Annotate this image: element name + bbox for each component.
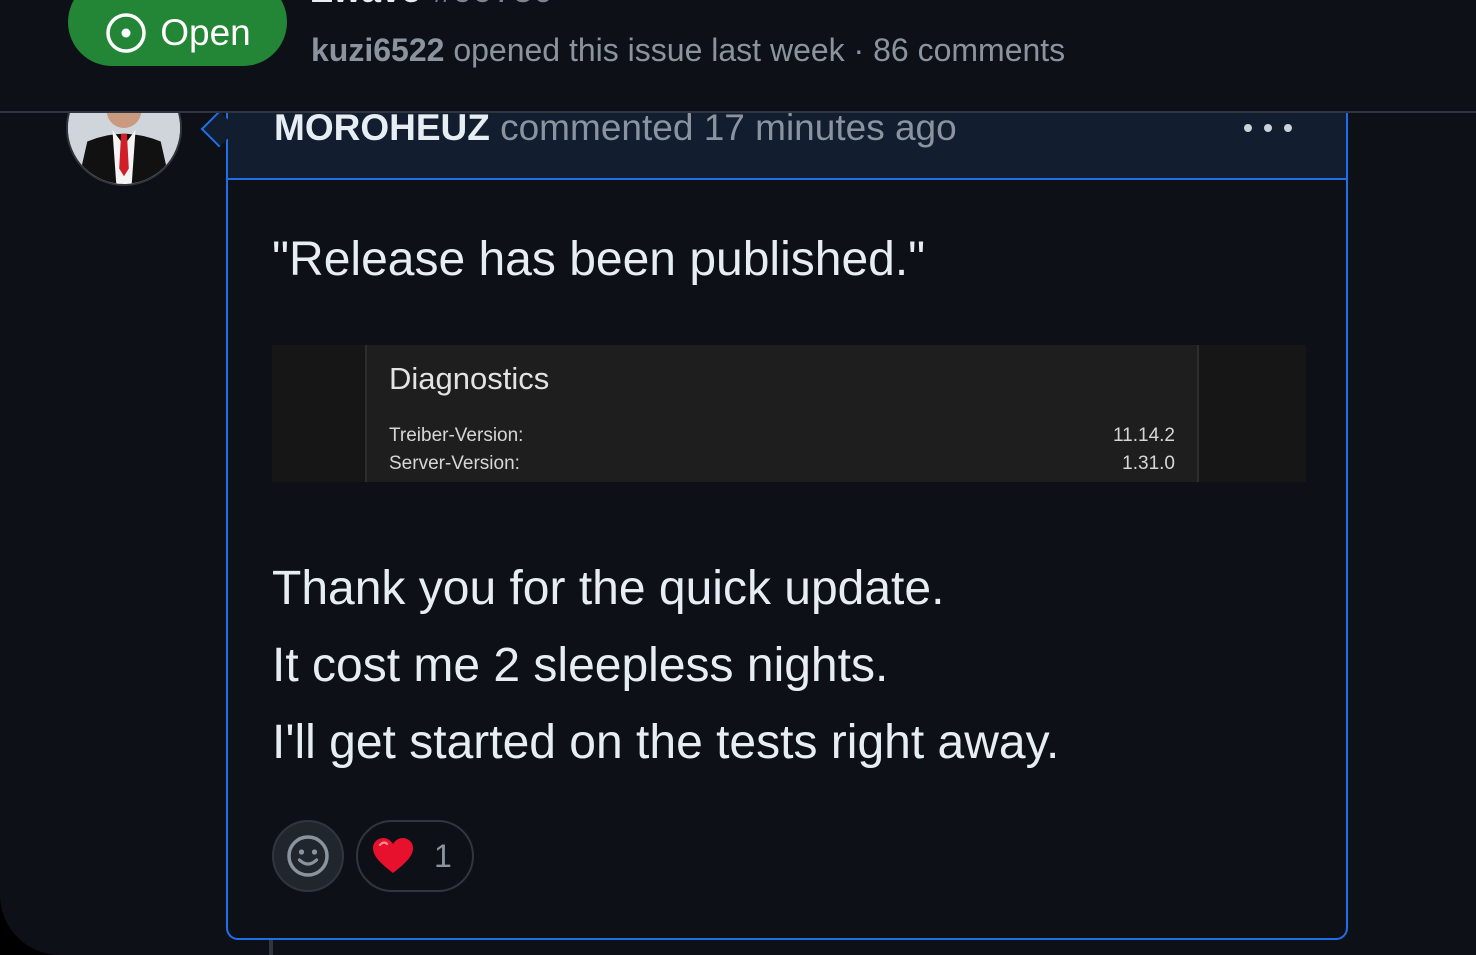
issue-sticky-header: Open Zwave #99750 kuzi6522 opened this is… bbox=[0, 0, 1476, 113]
comment-body-line: I'll get started on the tests right away… bbox=[272, 716, 1060, 769]
smiley-icon bbox=[287, 835, 329, 877]
diagnostics-row: Treiber-Version: 11.14.2 bbox=[389, 423, 1175, 449]
timeline-line bbox=[269, 940, 273, 955]
comment-author-link[interactable]: MOROHEUZ bbox=[274, 107, 490, 148]
issue-meta-text: opened this issue last week · 86 comment… bbox=[444, 32, 1066, 68]
heart-reaction-count: 1 bbox=[434, 838, 452, 874]
diagnostics-value: 1.31.0 bbox=[1122, 453, 1175, 474]
comment-body: Thank you for the quick update. It cost … bbox=[272, 550, 1059, 781]
add-reaction-button[interactable] bbox=[272, 820, 344, 892]
comment-card: MOROHEUZ commented 17 minutes ago bbox=[226, 60, 1348, 940]
diagnostics-value: 11.14.2 bbox=[1113, 425, 1175, 446]
comment-body-line: It cost me 2 sleepless nights. bbox=[272, 639, 889, 692]
comment-timestamp[interactable]: commented 17 minutes ago bbox=[490, 107, 957, 148]
comment-menu-button[interactable] bbox=[1242, 116, 1294, 140]
embedded-screenshot[interactable]: Diagnostics Treiber-Version: 11.14.2 Ser… bbox=[272, 345, 1306, 482]
diagnostics-row: Server-Version: 1.31.0 bbox=[389, 451, 1175, 477]
diagnostics-card: Diagnostics Treiber-Version: 11.14.2 Ser… bbox=[365, 345, 1199, 482]
issue-status-label: Open bbox=[160, 12, 251, 53]
issue-author-link[interactable]: kuzi6522 bbox=[311, 32, 444, 68]
comment-body-line: Thank you for the quick update. bbox=[272, 562, 945, 615]
issue-screen: Open Zwave #99750 kuzi6522 opened this is… bbox=[0, 0, 1476, 955]
kebab-horizontal-icon bbox=[1244, 124, 1292, 132]
heart-icon bbox=[373, 838, 413, 873]
diagnostics-label: Treiber-Version: bbox=[389, 425, 524, 446]
issue-number: #99750 bbox=[433, 0, 553, 10]
diagnostics-label: Server-Version: bbox=[389, 453, 520, 474]
comment-quote: "Release has been published." bbox=[272, 233, 926, 286]
issue-title: Zwave bbox=[311, 0, 421, 10]
issue-status-badge: Open bbox=[68, 0, 287, 66]
issue-title-row: Zwave #99750 bbox=[311, 0, 553, 10]
heart-reaction-button[interactable]: 1 bbox=[356, 820, 474, 892]
issue-opened-icon bbox=[106, 13, 146, 53]
issue-meta: kuzi6522 opened this issue last week · 8… bbox=[311, 30, 1065, 70]
diagnostics-title: Diagnostics bbox=[389, 361, 550, 396]
